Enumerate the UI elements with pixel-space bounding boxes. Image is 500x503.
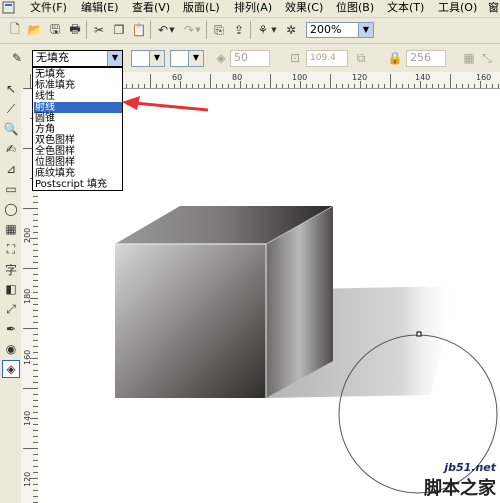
ruler-label: 120 xyxy=(352,73,368,82)
ruler-label: 200 xyxy=(23,227,32,243)
paste-icon[interactable]: 📋 xyxy=(130,21,148,39)
steps-input[interactable]: 256 xyxy=(406,50,446,67)
edge-pad-icon[interactable]: ⊡ xyxy=(286,49,304,67)
freehand-tool-icon[interactable]: ✍ xyxy=(2,140,20,158)
chevron-down-icon[interactable]: ▼ xyxy=(188,51,203,66)
zoom-tool-icon[interactable]: 🔍 xyxy=(2,120,20,138)
fill-option-radial[interactable]: 射线 xyxy=(34,102,122,113)
angle-input[interactable]: 50 xyxy=(230,50,270,67)
menu-file[interactable]: 文件(F) xyxy=(30,1,67,15)
interactive-blend-tool-icon[interactable]: ◧ xyxy=(2,280,20,298)
fill-option-postscript[interactable]: Postscript 填充 xyxy=(34,179,122,190)
scale-icon[interactable]: ⤡ xyxy=(478,49,496,67)
menu-view[interactable]: 查看(V) xyxy=(132,1,170,15)
menu-arrange[interactable]: 排列(A) xyxy=(234,1,272,15)
chevron-down-icon[interactable]: ▼ xyxy=(107,51,122,66)
pick-tool-icon[interactable]: ↖ xyxy=(2,80,20,98)
chevron-down-icon[interactable]: ▼ xyxy=(149,51,164,66)
position-value: 109.4 xyxy=(310,53,336,63)
shape-tool-icon[interactable]: ⟋ xyxy=(2,100,20,118)
toolbox: ↖ ⟋ 🔍 ✍ ⊿ ▭ ◯ ▦ ⛶ 字 ◧ ⤢ ✒ ◉ ◈ xyxy=(0,72,22,503)
ruler-label: 160 xyxy=(23,349,32,365)
import-icon[interactable]: ⎘ xyxy=(210,21,228,39)
ruler-label: 80 xyxy=(232,73,243,82)
annotation-arrow-icon xyxy=(122,96,209,112)
redo-dropdown-icon[interactable]: ▼ xyxy=(194,21,202,39)
interactive-fill-tool-icon[interactable]: ◈ xyxy=(2,360,20,378)
print-icon[interactable]: 🖶 xyxy=(66,21,84,39)
fill-option-full-color-pattern[interactable]: 全色图样 xyxy=(34,146,122,157)
smart-fill-tool-icon[interactable]: ⊿ xyxy=(2,160,20,178)
menu-edit[interactable]: 编辑(E) xyxy=(81,1,119,15)
fill-option-bitmap-pattern[interactable]: 位图图样 xyxy=(34,157,122,168)
ruler-label: 100 xyxy=(292,73,308,82)
fill-type-dropdown-list: 无填充 标准填充 线性 射线 圆锥 方角 双色图样 全色图样 位图图样 底纹填充… xyxy=(32,67,123,191)
new-document-icon[interactable]: 🗋 xyxy=(6,21,24,39)
steps-lock-icon[interactable]: 🔒 xyxy=(386,49,404,67)
corel-online-icon[interactable]: ✲ xyxy=(282,21,300,39)
menu-window[interactable]: 窗 xyxy=(488,1,499,15)
angle-value: 50 xyxy=(234,51,248,64)
standard-toolbar: 🗋 📂 🖫 🖶 ✂ ❐ 📋 ↶ ▼ ↷ ▼ ⎘ ⇪ ⚘ ▼ ✲ 200% ▼ xyxy=(0,18,500,44)
cut-icon[interactable]: ✂ xyxy=(90,21,108,39)
zoom-level-combo[interactable]: 200% ▼ xyxy=(306,22,374,38)
export-icon[interactable]: ⇪ xyxy=(230,21,248,39)
fill-option-two-color-pattern[interactable]: 双色图样 xyxy=(34,135,122,146)
fill-option-uniform[interactable]: 标准填充 xyxy=(34,80,122,91)
position-input[interactable]: 109.4 xyxy=(306,50,348,67)
launcher-dropdown-icon[interactable]: ▼ xyxy=(270,21,278,39)
watermark-url: jb51.net xyxy=(444,461,496,474)
fill-option-linear[interactable]: 线性 xyxy=(34,91,122,102)
interactive-fill-icon[interactable]: ✎ xyxy=(8,49,26,67)
watermark: jb51.net 脚本之家 xyxy=(376,461,496,500)
text-tool-icon[interactable]: 字 xyxy=(2,260,20,278)
ruler-label: 120 xyxy=(23,471,32,487)
circle-node-handle xyxy=(416,331,422,337)
menu-effects[interactable]: 效果(C) xyxy=(285,1,323,15)
fill-option-texture[interactable]: 底纹填充 xyxy=(34,168,122,179)
rectangle-tool-icon[interactable]: ▭ xyxy=(2,180,20,198)
menu-bar: 文件(F) 编辑(E) 查看(V) 版面(L) 排列(A) 效果(C) 位图(B… xyxy=(0,0,500,18)
ruler-label: 60 xyxy=(172,73,183,82)
zoom-level-value: 200% xyxy=(310,23,342,36)
ruler-label: 140 xyxy=(23,410,32,426)
fill-dialog-icon[interactable]: ▦ xyxy=(460,49,478,67)
fill-option-square[interactable]: 方角 xyxy=(34,124,122,135)
open-icon[interactable]: 📂 xyxy=(26,21,44,39)
app-icon[interactable] xyxy=(2,1,16,15)
eyedropper-tool-icon[interactable]: ⤢ xyxy=(2,300,20,318)
watermark-name: 脚本之家 xyxy=(424,478,496,499)
menu-text[interactable]: 文本(T) xyxy=(387,1,424,15)
fill-type-combo[interactable]: 无填充 ▼ xyxy=(32,50,123,67)
first-color-picker[interactable]: ▼ xyxy=(131,50,165,67)
basic-shapes-tool-icon[interactable]: ⛶ xyxy=(2,240,20,258)
fill-option-conical[interactable]: 圆锥 xyxy=(34,113,122,124)
fill-type-value: 无填充 xyxy=(36,51,69,64)
copy-fill-icon[interactable]: ⧉ xyxy=(352,49,370,67)
undo-dropdown-icon[interactable]: ▼ xyxy=(168,21,176,39)
fill-tool-icon[interactable]: ◉ xyxy=(2,340,20,358)
copy-icon[interactable]: ❐ xyxy=(110,21,128,39)
midpoint-icon[interactable]: ◈ xyxy=(212,49,230,67)
outline-tool-icon[interactable]: ✒ xyxy=(2,320,20,338)
menu-layout[interactable]: 版面(L) xyxy=(183,1,220,15)
steps-value: 256 xyxy=(410,51,431,64)
chevron-down-icon[interactable]: ▼ xyxy=(358,23,373,37)
save-icon[interactable]: 🖫 xyxy=(46,21,64,39)
fill-option-none[interactable]: 无填充 xyxy=(34,69,122,80)
ruler-label: 140 xyxy=(415,73,431,82)
polygon-tool-icon[interactable]: ▦ xyxy=(2,220,20,238)
cube-front-face xyxy=(115,244,266,398)
ruler-label: 180 xyxy=(23,288,32,304)
menu-tools[interactable]: 工具(O) xyxy=(438,1,477,15)
menu-bitmaps[interactable]: 位图(B) xyxy=(336,1,374,15)
ellipse-tool-icon[interactable]: ◯ xyxy=(2,200,20,218)
last-color-picker[interactable]: ▼ xyxy=(170,50,204,67)
ruler-label: 160 xyxy=(476,73,492,82)
